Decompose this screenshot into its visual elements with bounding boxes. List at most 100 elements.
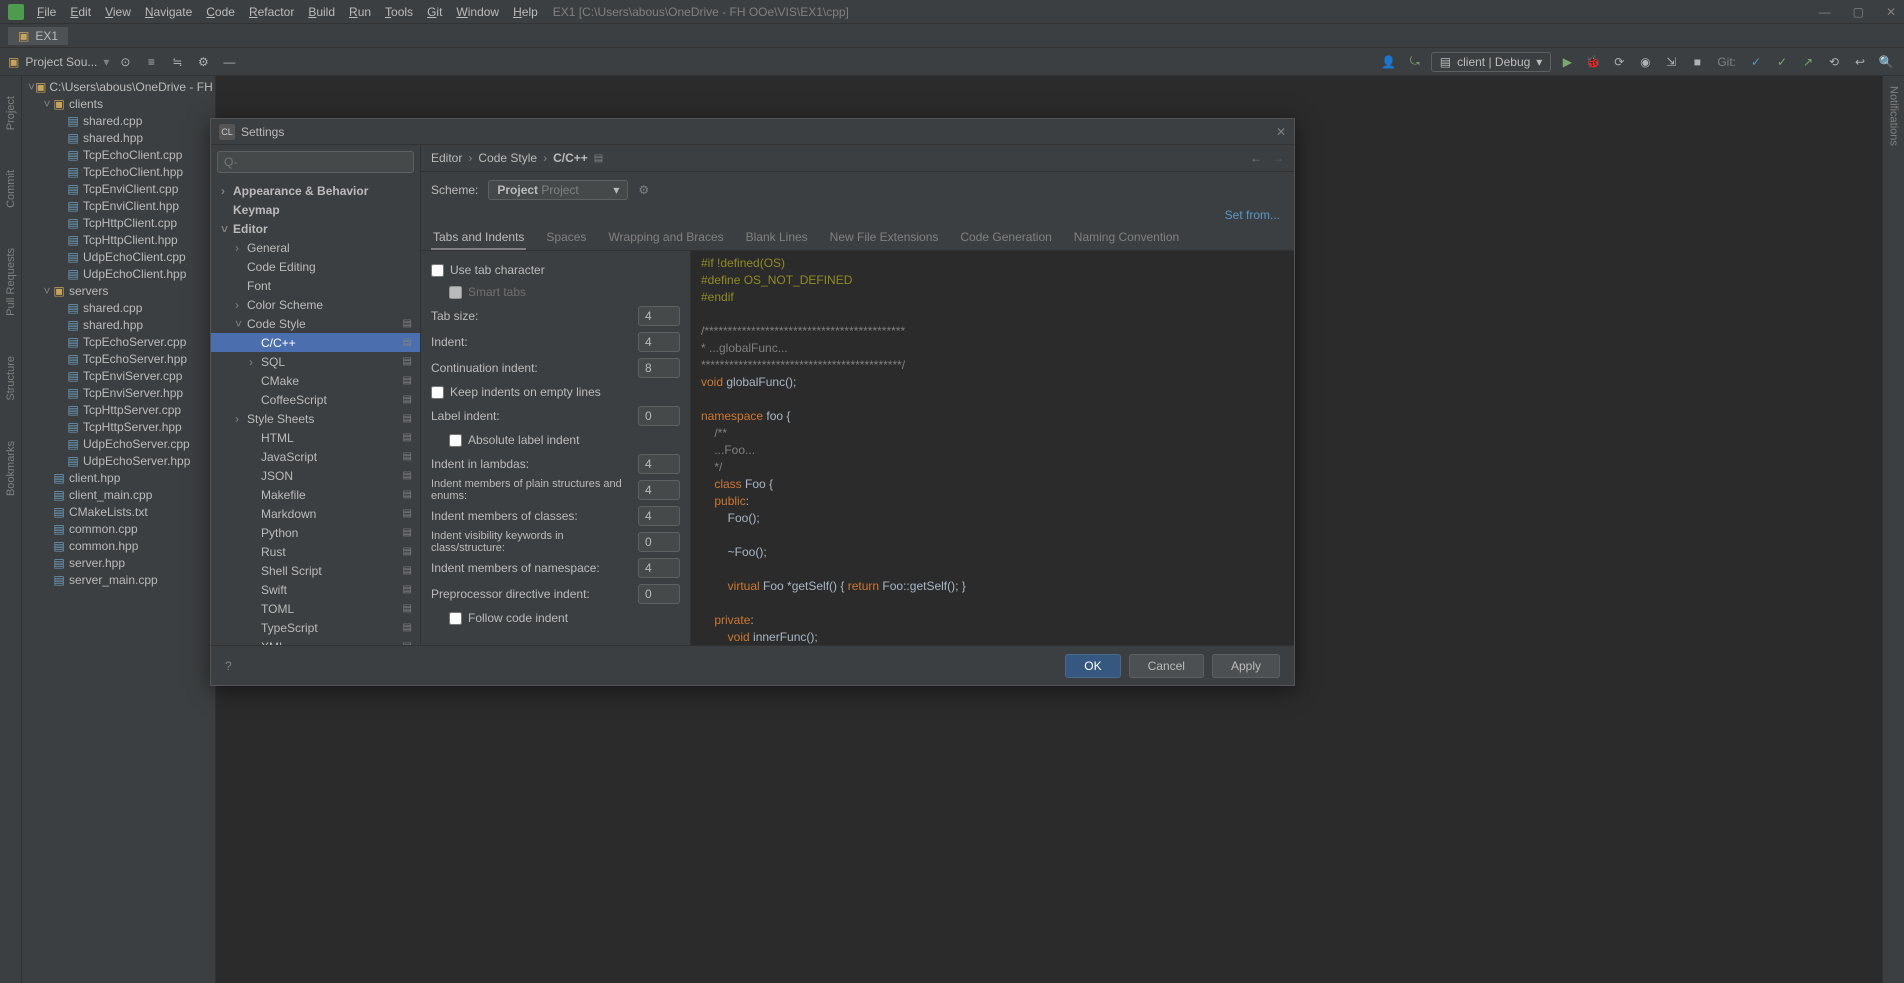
git-update-icon[interactable]: ✓ (1746, 52, 1766, 72)
tree-node[interactable]: ▤UdpEchoClient.cpp (22, 248, 215, 265)
help-icon[interactable]: ? (225, 659, 232, 673)
nav-forward-icon[interactable]: → (1272, 151, 1284, 165)
tool-window-button[interactable]: Commit (5, 170, 17, 208)
settings-nav-item[interactable]: HTML▤ (211, 428, 420, 447)
window-close-icon[interactable]: ✕ (1886, 5, 1896, 19)
namespace-indent-input[interactable] (638, 558, 680, 578)
settings-tab[interactable]: Spaces (544, 226, 588, 250)
settings-nav-item[interactable]: Shell Script▤ (211, 561, 420, 580)
follow-code-checkbox[interactable] (449, 612, 462, 625)
project-view-label[interactable]: Project Sou... (25, 55, 97, 69)
settings-nav-item[interactable]: Code Editing (211, 257, 420, 276)
tree-node[interactable]: ▤TcpHttpClient.cpp (22, 214, 215, 231)
menu-item[interactable]: Tools (378, 5, 420, 19)
settings-nav-item[interactable]: ›Color Scheme (211, 295, 420, 314)
search-icon[interactable]: 🔍 (1876, 52, 1896, 72)
tree-node[interactable]: ▤TcpEchoServer.hpp (22, 350, 215, 367)
tree-node[interactable]: ▤client.hpp (22, 469, 215, 486)
classes-indent-input[interactable] (638, 506, 680, 526)
settings-tab[interactable]: Naming Convention (1072, 226, 1181, 250)
settings-nav-item[interactable]: ›Style Sheets▤ (211, 409, 420, 428)
tool-window-button[interactable]: Bookmarks (5, 441, 17, 496)
user-add-icon[interactable]: 👤 (1379, 52, 1399, 72)
tree-node[interactable]: ▤TcpHttpClient.hpp (22, 231, 215, 248)
tree-node[interactable]: ▤TcpEchoServer.cpp (22, 333, 215, 350)
gear-icon[interactable]: ⚙ (638, 183, 649, 197)
run-config-selector[interactable]: ▤ client | Debug ▾ (1431, 52, 1552, 72)
debug-icon[interactable]: 🐞 (1583, 52, 1603, 72)
settings-tab[interactable]: Tabs and Indents (431, 226, 526, 250)
settings-nav-item[interactable]: Rust▤ (211, 542, 420, 561)
menu-item[interactable]: Edit (63, 5, 98, 19)
tree-node[interactable]: ▤TcpEchoClient.cpp (22, 146, 215, 163)
continuation-indent-input[interactable] (638, 358, 680, 378)
settings-tab[interactable]: Wrapping and Braces (606, 226, 725, 250)
use-tab-checkbox[interactable] (431, 264, 444, 277)
absolute-label-checkbox[interactable] (449, 434, 462, 447)
settings-nav-item[interactable]: ›SQL▤ (211, 352, 420, 371)
menu-item[interactable]: File (30, 5, 63, 19)
menu-item[interactable]: Refactor (242, 5, 301, 19)
tool-window-button[interactable]: Project (5, 96, 17, 130)
git-commit-icon[interactable]: ✓ (1772, 52, 1792, 72)
settings-nav-item[interactable]: Swift▤ (211, 580, 420, 599)
label-indent-input[interactable] (638, 406, 680, 426)
tree-node[interactable]: ▤TcpEnviClient.cpp (22, 180, 215, 197)
breadcrumb-item[interactable]: Code Style (478, 151, 537, 165)
tool-window-button[interactable]: Structure (5, 356, 17, 401)
close-icon[interactable]: ✕ (1276, 125, 1286, 139)
settings-search-input[interactable] (217, 151, 414, 173)
tree-node[interactable]: ▤TcpEnviClient.hpp (22, 197, 215, 214)
tree-node[interactable]: ˅▣clients (22, 95, 215, 112)
git-history-icon[interactable]: ⟲ (1824, 52, 1844, 72)
attach-icon[interactable]: ⇲ (1661, 52, 1681, 72)
collapse-all-icon[interactable]: ≒ (167, 52, 187, 72)
settings-nav-item[interactable]: C/C++▤ (211, 333, 420, 352)
settings-nav-item[interactable]: JavaScript▤ (211, 447, 420, 466)
settings-nav-item[interactable]: ›Appearance & Behavior (211, 181, 420, 200)
tool-window-button[interactable]: Pull Requests (5, 248, 17, 316)
settings-nav-item[interactable]: Python▤ (211, 523, 420, 542)
tree-node[interactable]: ▤TcpEnviServer.hpp (22, 384, 215, 401)
settings-nav-item[interactable]: ›General (211, 238, 420, 257)
indent-input[interactable] (638, 332, 680, 352)
settings-nav-item[interactable]: Makefile▤ (211, 485, 420, 504)
tree-node[interactable]: ˅▣C:\Users\abous\OneDrive - FH OOe\V (22, 78, 215, 95)
tree-node[interactable]: ▤TcpEnviServer.cpp (22, 367, 215, 384)
settings-nav-item[interactable]: CoffeeScript▤ (211, 390, 420, 409)
menu-item[interactable]: Code (199, 5, 242, 19)
settings-nav-item[interactable]: ˅Code Style▤ (211, 314, 420, 333)
scheme-selector[interactable]: Project Project ▾ (488, 180, 628, 200)
tree-node[interactable]: ▤server_main.cpp (22, 571, 215, 588)
settings-nav-item[interactable]: Font (211, 276, 420, 295)
coverage-icon[interactable]: ◉ (1635, 52, 1655, 72)
visibility-indent-input[interactable] (638, 532, 680, 552)
ok-button[interactable]: OK (1065, 654, 1120, 678)
plain-struct-indent-input[interactable] (638, 480, 680, 500)
menu-item[interactable]: Window (449, 5, 506, 19)
keep-indents-checkbox[interactable] (431, 386, 444, 399)
window-minimize-icon[interactable]: — (1819, 5, 1831, 19)
menu-item[interactable]: Help (506, 5, 545, 19)
git-rollback-icon[interactable]: ↩ (1850, 52, 1870, 72)
tool-window-button[interactable]: Notifications (1888, 86, 1900, 146)
select-opened-file-icon[interactable]: ⊙ (115, 52, 135, 72)
preprocessor-indent-input[interactable] (638, 584, 680, 604)
tree-node[interactable]: ▤UdpEchoServer.hpp (22, 452, 215, 469)
tree-node[interactable]: ▤client_main.cpp (22, 486, 215, 503)
hide-panel-icon[interactable]: — (219, 52, 239, 72)
settings-tab[interactable]: Blank Lines (744, 226, 810, 250)
tab-size-input[interactable] (638, 306, 680, 326)
settings-tab[interactable]: New File Extensions (828, 226, 941, 250)
settings-nav-item[interactable]: ˅Editor (211, 219, 420, 238)
tree-node[interactable]: ▤TcpHttpServer.hpp (22, 418, 215, 435)
editor-tab[interactable]: ▣ EX1 (8, 27, 68, 45)
settings-tab[interactable]: Code Generation (958, 226, 1053, 250)
tree-node[interactable]: ▤server.hpp (22, 554, 215, 571)
menu-item[interactable]: Run (342, 5, 378, 19)
apply-button[interactable]: Apply (1212, 654, 1280, 678)
tree-node[interactable]: ▤UdpEchoClient.hpp (22, 265, 215, 282)
settings-nav-item[interactable]: JSON▤ (211, 466, 420, 485)
run-icon[interactable]: ▶ (1557, 52, 1577, 72)
tree-node[interactable]: ▤shared.hpp (22, 316, 215, 333)
